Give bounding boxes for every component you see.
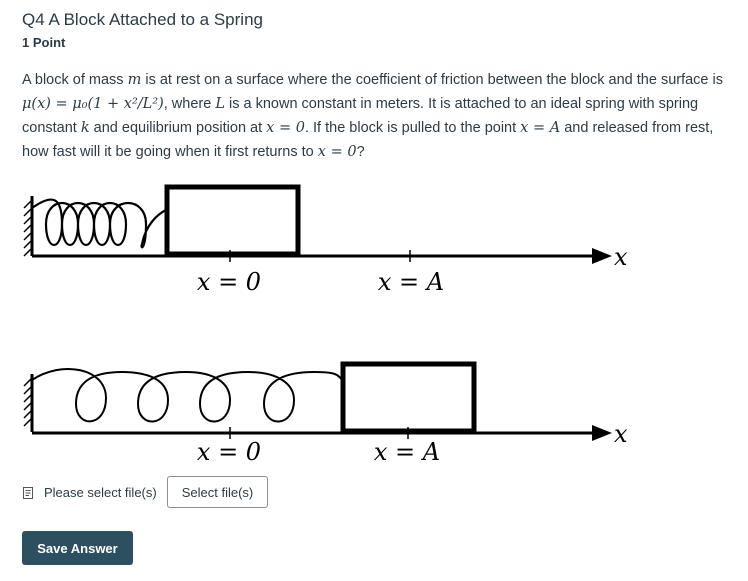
spring-stretched <box>31 368 343 423</box>
math-ret: x = 0 <box>317 144 357 160</box>
figure-svg: x = 0 x = A x x = 0 x = A x <box>23 184 628 466</box>
math-k: k <box>80 120 90 136</box>
spring-compressed <box>31 198 167 249</box>
text-part: and equilibrium position at <box>89 120 267 136</box>
bottom-diagram: x = 0 x = A x <box>23 361 628 466</box>
label-zero-bottom: x = 0 <box>197 438 261 462</box>
question-title: Q4 A Block Attached to a Spring <box>22 10 263 29</box>
math-m: m <box>127 72 142 88</box>
label-a-bottom: x = A <box>374 438 440 462</box>
arrowhead-top <box>592 248 612 264</box>
top-diagram: x = 0 x = A x <box>23 184 628 296</box>
math-pt: x = A <box>520 120 561 136</box>
text-part: , where <box>163 96 216 112</box>
text-part: ? <box>356 144 365 160</box>
label-zero-top: x = 0 <box>197 268 261 296</box>
text-part: . If the block is pulled to the point <box>304 120 521 136</box>
file-icon <box>22 486 34 499</box>
math-mu: μ(x) = μ₀(1 + x²/L²) <box>22 96 164 112</box>
file-upload-label: Please select file(s) <box>44 484 157 500</box>
question-points: 1 Point <box>22 35 66 50</box>
block-top <box>164 184 301 257</box>
question-container: Q4 A Block Attached to a Spring 1 Point … <box>0 0 748 581</box>
math-eq: x = 0 <box>266 120 305 136</box>
save-answer-button[interactable]: Save Answer <box>22 531 133 565</box>
file-upload-row: Please select file(s) Select file(s) <box>22 476 269 508</box>
question-text: A block of mass m is at rest on a surfac… <box>22 68 728 164</box>
label-axis-bottom: x <box>614 420 628 448</box>
math-L: L <box>215 96 225 112</box>
label-axis-top: x <box>614 243 628 271</box>
arrowhead-bottom <box>592 425 612 441</box>
spring-block-figure: x = 0 x = A x x = 0 x = A x <box>22 184 630 466</box>
text-part: is at rest on a surface where the coeffi… <box>141 72 723 88</box>
select-files-button[interactable]: Select file(s) <box>166 476 269 508</box>
text-part: A block of mass <box>22 72 128 88</box>
label-a-top: x = A <box>378 268 444 296</box>
block-bottom <box>340 361 477 434</box>
